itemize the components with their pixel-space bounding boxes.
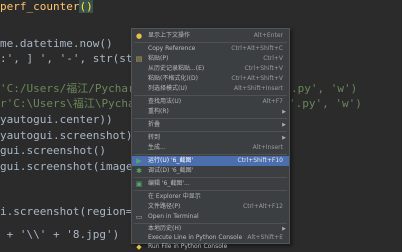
menu-separator xyxy=(134,131,287,132)
context-menu: ● 显示上下文操作 Alt+Enter Copy Reference Ctrl+… xyxy=(131,28,290,251)
menu-item-run[interactable]: ▶ 运行(U) '6_截图' Ctrl+Shift+F10 xyxy=(132,156,289,166)
menu-item-refactor[interactable]: 重构(R) ▶ xyxy=(132,107,289,117)
menu-item-open-in-terminal[interactable]: ▭ Open in Terminal xyxy=(132,212,289,222)
menu-separator xyxy=(134,190,287,191)
code-line: gui.screenshot() xyxy=(0,144,106,157)
menu-item-generate[interactable]: 生成... Alt+Insert xyxy=(132,143,289,153)
python-icon: ◆ xyxy=(136,243,142,251)
code-line: + '\\' + '8.jpg') xyxy=(0,228,120,241)
menu-item-copy-reference[interactable]: Copy Reference Ctrl+Alt+Shift+C xyxy=(132,44,289,54)
code-line: perf_counter() xyxy=(0,0,93,13)
code-line: me.datetime.now() xyxy=(0,37,113,50)
menu-item-goto[interactable]: 转到 ▶ xyxy=(132,133,289,143)
code-fragment: .py', 'w') xyxy=(291,82,358,95)
menu-separator xyxy=(134,42,287,43)
edit-config-icon: ▣ xyxy=(135,180,143,188)
paste-icon: ▤ xyxy=(135,55,143,63)
menu-item-show-context-actions[interactable]: ● 显示上下文操作 Alt+Enter xyxy=(132,31,289,41)
submenu-arrow-icon: ▶ xyxy=(282,122,286,128)
menu-item-find-usages[interactable]: 查找用法(U) Alt+F7 xyxy=(132,97,289,107)
run-icon: ▶ xyxy=(136,157,142,165)
menu-separator xyxy=(134,177,287,178)
menu-item-debug[interactable]: ✱ 调试(D) '6_截图' xyxy=(132,166,289,176)
menu-item-paste-no-format[interactable]: 粘贴(不格式化)(D) Ctrl+Alt+Shift+V xyxy=(132,74,289,84)
submenu-arrow-icon: ▶ xyxy=(282,135,286,141)
menu-item-file-path[interactable]: 文件路径(P) Ctrl+Alt+F12 xyxy=(132,202,289,212)
menu-separator xyxy=(134,118,287,119)
debug-icon: ✱ xyxy=(136,167,142,175)
code-line: yautogui.screenshot)) xyxy=(0,129,140,142)
menu-item-show-in-explorer[interactable]: 在 Explorer 中显示 xyxy=(132,192,289,202)
code-line: i.screenshot(region=(n1 xyxy=(0,205,153,218)
menu-separator xyxy=(134,154,287,155)
menu-item-paste-from-history[interactable]: 从历史记录粘贴...(E) Ctrl+Shift+V xyxy=(132,64,289,74)
menu-item-folding[interactable]: 折叠 ▶ xyxy=(132,120,289,130)
terminal-icon: ▭ xyxy=(135,213,143,221)
bulb-icon: ● xyxy=(135,32,143,40)
menu-item-edit-config[interactable]: ▣ 编辑 '6_截图'... xyxy=(132,179,289,189)
submenu-arrow-icon: ▶ xyxy=(282,109,286,115)
code-line: yautogui.center)) xyxy=(0,113,113,126)
code-fragment: '.py', 'w') xyxy=(289,97,362,110)
menu-item-column-selection[interactable]: 列选择模式(U) Alt+Shift+Insert xyxy=(132,84,289,94)
menu-item-paste[interactable]: ▤ 粘贴(P) Ctrl+V xyxy=(132,54,289,64)
function-name: perf_counter xyxy=(0,0,80,13)
menu-separator xyxy=(134,95,287,96)
